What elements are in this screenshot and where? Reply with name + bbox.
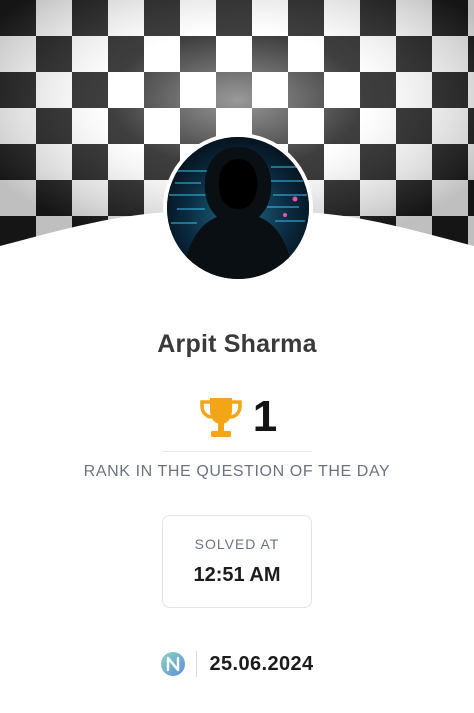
n-logo-icon — [161, 652, 186, 676]
footer: 25.06.2024 — [0, 648, 474, 680]
rank-value: 1 — [252, 392, 278, 441]
solved-at-time: 12:51 AM — [193, 564, 281, 586]
rank-divider — [162, 451, 312, 452]
trophy-icon — [200, 398, 242, 437]
footer-separator — [196, 651, 198, 677]
user-name: Arpit Sharma — [157, 330, 317, 358]
hooded-hacker-icon — [167, 137, 309, 279]
solved-at-label: SOLVED AT — [194, 536, 280, 552]
profile-card: Arpit Sharma 1 RANK IN THE QUESTION OF T… — [0, 0, 474, 713]
date: 25.06.2024 — [209, 652, 314, 675]
avatar — [163, 133, 313, 283]
rank-row: 1 — [0, 392, 474, 442]
solved-at-box: SOLVED AT 12:51 AM — [162, 515, 312, 608]
rank-label: RANK IN THE QUESTION OF THE DAY — [83, 463, 391, 480]
